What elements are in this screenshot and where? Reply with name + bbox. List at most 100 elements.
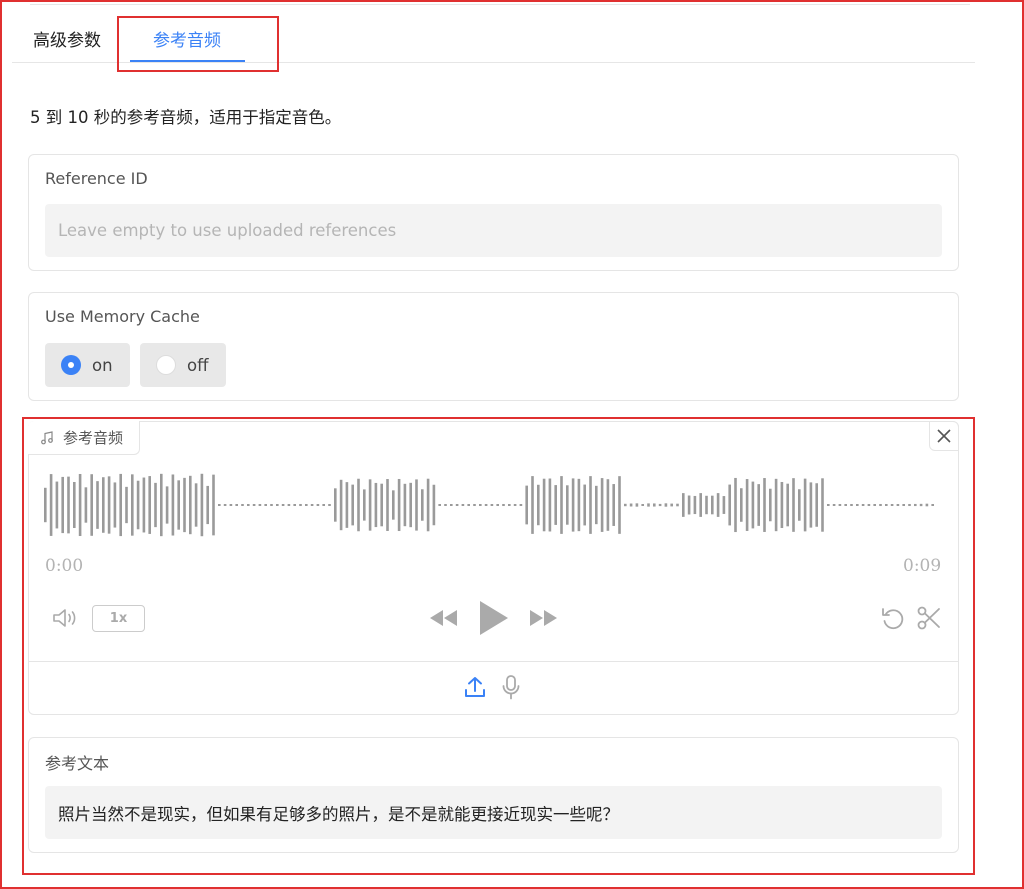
waveform-bar bbox=[815, 483, 818, 527]
memory-cache-on-option[interactable]: on bbox=[45, 343, 130, 387]
audio-waveform[interactable] bbox=[44, 468, 941, 542]
tab-highlight-box bbox=[117, 16, 279, 72]
play-button[interactable] bbox=[474, 598, 512, 638]
reference-text-label: 参考文本 bbox=[45, 754, 110, 773]
rewind-button[interactable] bbox=[426, 604, 460, 632]
waveform-bar bbox=[194, 483, 198, 527]
undo-button[interactable] bbox=[878, 604, 908, 632]
waveform-bar bbox=[415, 479, 418, 531]
waveform-bar bbox=[328, 503, 331, 507]
reference-id-input[interactable] bbox=[45, 204, 942, 257]
waveform-bar bbox=[734, 477, 737, 533]
waveform-bar bbox=[55, 481, 59, 529]
waveform-bar bbox=[838, 504, 842, 506]
waveform-bar bbox=[513, 504, 517, 506]
radio-unselected-icon bbox=[156, 355, 176, 375]
waveform-bar bbox=[218, 504, 221, 506]
waveform-bar bbox=[560, 476, 563, 534]
waveform-bar bbox=[96, 481, 99, 529]
waveform-bar bbox=[223, 504, 227, 506]
playback-speed-button[interactable]: 1x bbox=[92, 605, 145, 632]
waveform-bar bbox=[310, 504, 314, 506]
waveform-bar bbox=[235, 504, 238, 506]
waveform-bar bbox=[258, 504, 262, 506]
waveform-bar bbox=[160, 473, 163, 537]
waveform-bar bbox=[705, 495, 708, 515]
waveform-bar bbox=[421, 489, 424, 521]
waveform-bar bbox=[113, 482, 117, 528]
waveform-bar bbox=[531, 476, 534, 534]
waveform-bar bbox=[687, 495, 691, 515]
waveform-bar bbox=[484, 504, 488, 506]
scissors-icon bbox=[917, 606, 940, 630]
waveform-bar bbox=[873, 504, 876, 506]
radio-selected-icon bbox=[61, 355, 81, 375]
audio-player-card bbox=[28, 421, 959, 715]
waveform-bar bbox=[641, 504, 644, 506]
waveform-bar bbox=[566, 485, 569, 525]
waveform-bar bbox=[154, 482, 157, 528]
reference-text-input[interactable]: 照片当然不是现实，但如果有足够多的照片，是不是就能更接近现实一些呢？ bbox=[45, 786, 942, 839]
memory-cache-label: Use Memory Cache bbox=[45, 307, 200, 326]
waveform-bar bbox=[125, 486, 128, 524]
waveform-bar bbox=[403, 483, 407, 527]
waveform-bar bbox=[49, 474, 53, 536]
waveform-bar bbox=[229, 503, 233, 507]
waveform-bar bbox=[305, 504, 308, 506]
waveform-bar bbox=[774, 478, 778, 532]
waveform-bar bbox=[914, 503, 917, 507]
upload-audio-button[interactable] bbox=[462, 673, 488, 701]
waveform-bar bbox=[908, 503, 911, 507]
waveform-bar bbox=[467, 504, 470, 506]
waveform-bar bbox=[682, 493, 685, 517]
waveform-bar bbox=[247, 504, 250, 506]
waveform-bar bbox=[392, 490, 395, 520]
waveform-bar bbox=[577, 478, 581, 532]
waveform-bar bbox=[496, 504, 499, 506]
waveform-bar bbox=[629, 503, 633, 507]
waveform-bar bbox=[745, 479, 749, 531]
waveform-bar bbox=[624, 503, 627, 507]
waveform-bar bbox=[368, 479, 372, 531]
waveform-bar bbox=[850, 503, 853, 507]
waveform-bar bbox=[867, 504, 871, 506]
close-audio-button[interactable] bbox=[929, 421, 959, 451]
waveform-bar bbox=[548, 478, 552, 532]
waveform-bar bbox=[589, 476, 592, 534]
waveform-bar bbox=[252, 504, 256, 506]
waveform-bar bbox=[537, 484, 540, 526]
memory-cache-off-option[interactable]: off bbox=[140, 343, 226, 387]
waveform-bar bbox=[879, 503, 882, 507]
waveform-bar bbox=[438, 504, 441, 506]
volume-button[interactable] bbox=[50, 604, 82, 632]
fast-forward-icon bbox=[530, 610, 557, 626]
waveform-bar bbox=[583, 484, 586, 526]
waveform-bar bbox=[78, 473, 82, 537]
waveform-bar bbox=[461, 504, 465, 506]
waveform-bar bbox=[508, 504, 511, 506]
waveform-bar bbox=[345, 482, 349, 528]
waveform-bar bbox=[716, 493, 720, 517]
waveform-bar bbox=[67, 476, 70, 534]
waveform-bar bbox=[386, 479, 389, 531]
waveform-bar bbox=[751, 481, 755, 529]
waveform-bar bbox=[525, 485, 528, 525]
waveform-bar bbox=[322, 504, 325, 506]
waveform-bar bbox=[763, 478, 766, 532]
record-audio-button[interactable] bbox=[499, 673, 523, 701]
tab-advanced-params[interactable]: 高级参数 bbox=[33, 26, 101, 62]
fast-forward-button[interactable] bbox=[527, 604, 561, 632]
reference-id-label: Reference ID bbox=[45, 169, 148, 188]
waveform-bar bbox=[769, 488, 772, 522]
waveform-bar bbox=[902, 504, 905, 506]
waveform-bar bbox=[44, 487, 47, 523]
waveform-bar bbox=[554, 485, 557, 525]
waveform-bar bbox=[664, 503, 668, 507]
waveform-bar bbox=[397, 478, 401, 532]
audio-block-tag: 参考音频 bbox=[28, 421, 140, 455]
reference-audio-description: 5 到 10 秒的参考音频，适用于指定音色。 bbox=[30, 108, 342, 127]
trim-button[interactable] bbox=[914, 604, 944, 632]
play-icon bbox=[480, 601, 508, 635]
waveform-bar bbox=[276, 504, 279, 506]
radio-option-label: off bbox=[187, 355, 209, 375]
